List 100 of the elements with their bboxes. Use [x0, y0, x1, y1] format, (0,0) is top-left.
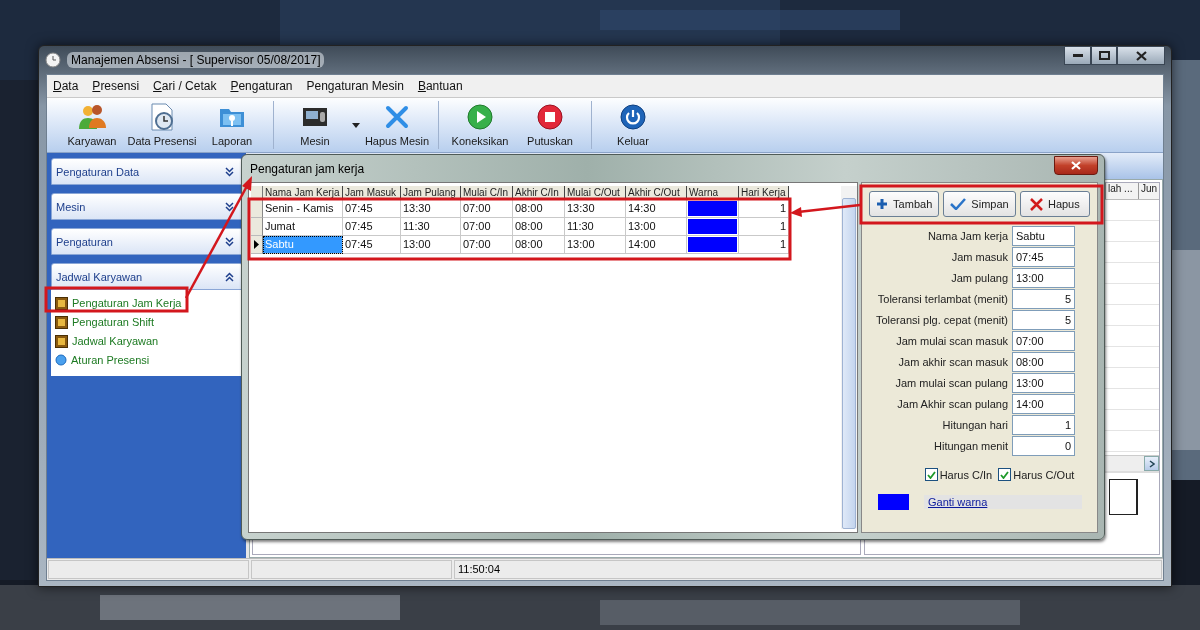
- vertical-scrollbar[interactable]: [841, 186, 857, 529]
- minimize-button[interactable]: [1064, 46, 1091, 65]
- field-label: Jam akhir scan masuk: [897, 355, 1008, 370]
- expand-icon[interactable]: [225, 236, 234, 247]
- menu-item[interactable]: Data: [53, 79, 79, 93]
- table-cell: 13:00: [626, 218, 687, 236]
- expand-icon[interactable]: [225, 201, 234, 212]
- input-field[interactable]: 0: [1012, 436, 1075, 456]
- field-label: Jam mulai scan pulang: [894, 376, 1008, 391]
- power-icon: [618, 102, 648, 132]
- menu-item[interactable]: Cari / Cetak: [153, 79, 217, 93]
- minimize-icon: [1072, 53, 1083, 58]
- action-button[interactable]: Simpan: [943, 191, 1016, 217]
- table-cell: 13:00: [401, 236, 461, 254]
- field-label: Jam Akhir scan pulang: [896, 397, 1008, 412]
- checkbox[interactable]: Harus C/In: [924, 468, 993, 481]
- table-cell: 1: [739, 218, 789, 236]
- check-icon: [950, 198, 967, 210]
- sidebar-section-header[interactable]: Pengaturan: [51, 228, 243, 255]
- stop-icon: [535, 102, 565, 132]
- table-row[interactable]: Sabtu 07:45 13:00 07:00 08:00 13:00 14:00 1: [251, 236, 839, 254]
- table-cell: 14:00: [626, 236, 687, 254]
- close-button[interactable]: [1054, 156, 1098, 175]
- sidebar-link[interactable]: Aturan Presensi: [55, 352, 239, 368]
- status-time: 11:50:04: [454, 560, 1162, 579]
- table-cell: 07:45: [343, 218, 401, 236]
- sidebar-section-header[interactable]: Pengaturan Data: [51, 158, 243, 185]
- window-title: Manajemen Absensi - [ Supervisor 05/08/2017]: [67, 52, 325, 68]
- row-pointer-icon: [254, 240, 259, 249]
- toolbar-button[interactable]: Karyawan: [57, 98, 127, 152]
- menu-item[interactable]: Pengaturan: [230, 79, 293, 93]
- field-label: Jam masuk: [950, 250, 1008, 265]
- field-label: Jam mulai scan masuk: [895, 334, 1008, 349]
- table-cell: 11:30: [565, 218, 626, 236]
- collapse-icon[interactable]: [225, 271, 234, 282]
- toolbar-button[interactable]: Koneksikan: [445, 98, 515, 152]
- column-header: Jun: [1138, 183, 1159, 199]
- dialog-title: Pengaturan jam kerja: [250, 161, 365, 176]
- table-cell: 1: [739, 236, 789, 254]
- caret-icon[interactable]: [352, 122, 360, 128]
- input-field[interactable]: 13:00: [1012, 373, 1075, 393]
- table-cell: 07:00: [461, 236, 513, 254]
- calendar-icon: [55, 315, 68, 329]
- menu-item[interactable]: Pengaturan Mesin: [306, 79, 404, 93]
- table-row[interactable]: Senin - Kamis 07:45 13:30 07:00 08:00 13:30 14:30 1: [251, 200, 839, 218]
- clock-icon: [45, 52, 61, 68]
- input-field[interactable]: 08:00: [1012, 352, 1075, 372]
- sidebar-link[interactable]: Pengaturan Jam Kerja: [55, 295, 239, 311]
- table-cell: 07:45: [343, 236, 401, 254]
- sidebar-link[interactable]: Pengaturan Shift: [55, 314, 239, 330]
- table-cell: 11:30: [401, 218, 461, 236]
- field-label: Hitungan hari: [941, 418, 1008, 433]
- toolbar-button[interactable]: Hapus Mesin: [362, 98, 432, 152]
- input-field[interactable]: 13:00: [1012, 268, 1075, 288]
- close-icon: [1029, 197, 1043, 211]
- close-button[interactable]: [1117, 46, 1165, 65]
- toolbar-button[interactable]: Mesin: [280, 98, 362, 152]
- toolbar-button[interactable]: Keluar: [598, 98, 668, 152]
- table-cell: Sabtu: [263, 236, 343, 254]
- action-button[interactable]: Hapus: [1019, 191, 1090, 217]
- table-cell: 08:00: [513, 236, 565, 254]
- table-cell: 1: [739, 200, 789, 218]
- close-icon: [1135, 50, 1147, 61]
- people-icon: [77, 102, 107, 132]
- field-label: Jam pulang: [950, 271, 1008, 286]
- toolbar-button[interactable]: Data Presensi: [127, 98, 197, 152]
- toolbar-button[interactable]: Putuskan: [515, 98, 585, 152]
- toolbar-button[interactable]: Laporan: [197, 98, 267, 152]
- annotation-arrow: [790, 203, 861, 217]
- menu-item[interactable]: Presensi: [92, 79, 140, 93]
- menu-item[interactable]: Bantuan: [417, 79, 463, 93]
- input-field[interactable]: 07:45: [1012, 247, 1075, 267]
- table-cell: 14:30: [626, 200, 687, 218]
- field-label: Toleransi terlambat (menit): [876, 292, 1008, 307]
- close-icon: [1071, 161, 1081, 170]
- check-icon: [1000, 470, 1010, 479]
- input-field[interactable]: Sabtu: [1012, 226, 1075, 246]
- input-field[interactable]: 5: [1012, 289, 1075, 309]
- calendar-icon: [55, 296, 68, 310]
- field-label: Hitungan menit: [933, 439, 1008, 454]
- table-cell: Senin - Kamis: [263, 200, 343, 218]
- plus-icon: [876, 198, 889, 210]
- input-field[interactable]: 07:00: [1012, 331, 1075, 351]
- row-header[interactable]: [251, 236, 263, 254]
- check-icon: [926, 470, 936, 479]
- input-field[interactable]: 14:00: [1012, 394, 1075, 414]
- table-row[interactable]: Jumat 07:45 11:30 07:00 08:00 11:30 13:00 1: [251, 218, 839, 236]
- table-frame: [1109, 479, 1138, 515]
- maximize-button[interactable]: [1091, 46, 1117, 65]
- expand-icon[interactable]: [225, 166, 234, 177]
- input-field[interactable]: 5: [1012, 310, 1075, 330]
- checkbox[interactable]: Harus C/Out: [998, 468, 1075, 481]
- input-field[interactable]: 1: [1012, 415, 1075, 435]
- sidebar-link[interactable]: Jadwal Karyawan: [55, 333, 239, 349]
- sidebar-section-header[interactable]: Mesin: [51, 193, 243, 220]
- action-button[interactable]: Tambah: [869, 191, 940, 217]
- play-icon: [465, 102, 495, 132]
- calendar-icon: [55, 334, 68, 348]
- table-cell: 13:00: [565, 236, 626, 254]
- table-cell: 13:30: [565, 200, 626, 218]
